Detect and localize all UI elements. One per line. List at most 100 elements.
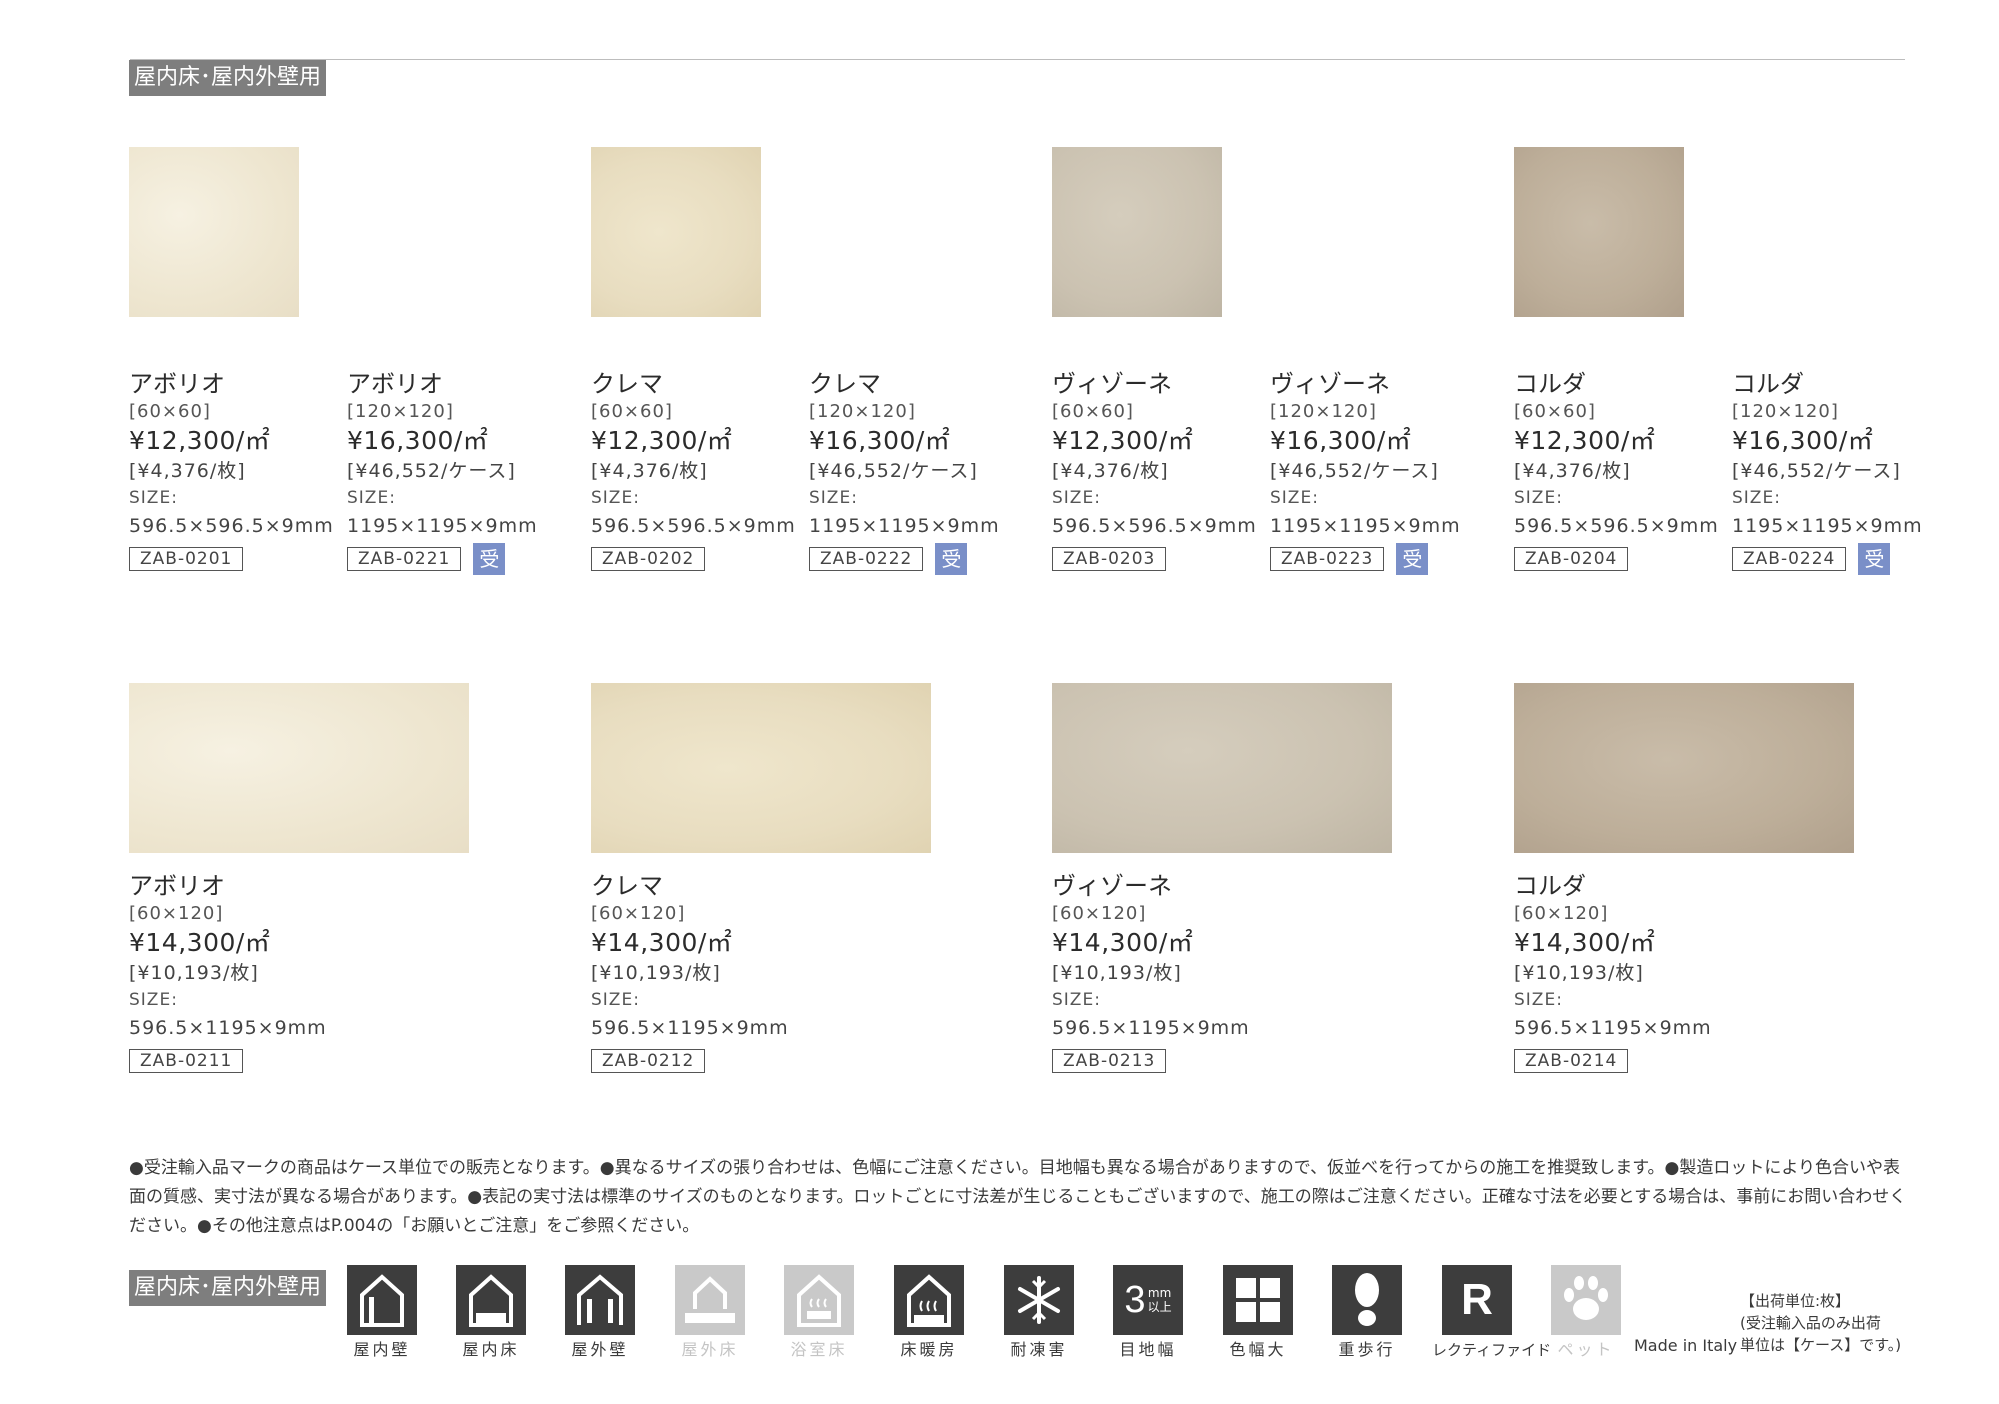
- product-price: ¥14,300/㎡: [1052, 928, 1194, 957]
- shipping-note-line: (受注輸入品のみ出荷: [1740, 1314, 1881, 1332]
- code-row: ZAB-0213: [1052, 1046, 1272, 1076]
- size-label: SIZE:: [591, 488, 640, 508]
- product-dimensions: [60×60]: [129, 401, 211, 422]
- product-name: クレマ: [591, 370, 663, 398]
- order-import-badge: 受: [1858, 543, 1891, 575]
- top-divider: [130, 59, 1905, 60]
- shipping-note-line: 【出荷単位:枚】: [1740, 1292, 1851, 1310]
- product-unit-price: [¥4,376/枚]: [1514, 460, 1631, 482]
- legend-item: 耐凍害: [994, 1265, 1084, 1362]
- bathroom-floor-icon: [784, 1265, 854, 1335]
- product-code: ZAB-0213: [1052, 1049, 1167, 1073]
- legend-item: 屋外壁: [555, 1265, 645, 1362]
- icon-value: 3: [1124, 1278, 1146, 1321]
- code-row: ZAB-0204: [1514, 544, 1734, 574]
- product-price: ¥16,300/㎡: [1732, 426, 1874, 455]
- product-dimensions: [60×120]: [1052, 903, 1147, 924]
- heavy-traffic-icon: [1332, 1265, 1402, 1335]
- product-card: コルダ [60×60] ¥12,300/㎡ [¥4,376/枚] SIZE: 596.5×…: [1514, 368, 1734, 574]
- product-card: ヴィゾーネ [60×120] ¥14,300/㎡ [¥10,193/枚] SIZE: 59…: [1052, 870, 1272, 1076]
- product-unit-price: [¥10,193/枚]: [1514, 962, 1644, 984]
- legend-label: 重歩行: [1338, 1340, 1396, 1359]
- icon-unit: mm 以上: [1148, 1286, 1172, 1314]
- code-row: ZAB-0211: [129, 1046, 349, 1076]
- code-row: ZAB-0203: [1052, 544, 1272, 574]
- legend-label: 色幅大: [1229, 1340, 1287, 1359]
- product-card: アボリオ [60×120] ¥14,300/㎡ [¥10,193/枚] SIZE: 596…: [129, 870, 349, 1076]
- size-label: SIZE:: [129, 990, 178, 1010]
- product-unit-price: [¥46,552/ケース]: [347, 460, 516, 482]
- product-unit-price: [¥46,552/ケース]: [1270, 460, 1439, 482]
- legend-item: 屋外床: [665, 1265, 755, 1362]
- product-name: アボリオ: [129, 370, 225, 398]
- product-card: アボリオ [120×120] ¥16,300/㎡ [¥46,552/ケース] SIZE:…: [347, 368, 567, 575]
- section-label: 屋内床･屋内外壁用: [129, 60, 327, 96]
- product-dimensions: [60×60]: [1052, 401, 1134, 422]
- product-card: コルダ [120×120] ¥16,300/㎡ [¥46,552/ケース] SIZE: 1…: [1732, 368, 1952, 575]
- legend-item: 屋内壁: [337, 1265, 427, 1362]
- product-price: ¥12,300/㎡: [129, 426, 271, 455]
- size-label: SIZE:: [809, 488, 858, 508]
- pet-icon: [1551, 1265, 1621, 1335]
- product-size: 596.5×1195×9mm: [1514, 1017, 1712, 1039]
- product-size: 1195×1195×9mm: [1732, 515, 1923, 537]
- legend-label: 浴室床: [790, 1340, 848, 1359]
- product-price: ¥16,300/㎡: [347, 426, 489, 455]
- code-row: ZAB-0224 受: [1732, 543, 1952, 575]
- product-unit-price: [¥4,376/枚]: [129, 460, 246, 482]
- product-size: 1195×1195×9mm: [347, 515, 538, 537]
- code-row: ZAB-0214: [1514, 1046, 1734, 1076]
- product-name: クレマ: [591, 872, 663, 900]
- product-unit-price: [¥10,193/枚]: [129, 962, 259, 984]
- product-size: 596.5×596.5×9mm: [1052, 515, 1257, 537]
- icon-unit-bottom: 以上: [1147, 1300, 1172, 1314]
- legend-item: 重歩行: [1322, 1265, 1412, 1362]
- product-name: ヴィゾーネ: [1270, 370, 1390, 398]
- product-price: ¥12,300/㎡: [591, 426, 733, 455]
- code-row: ZAB-0221 受: [347, 543, 567, 575]
- product-name: アボリオ: [347, 370, 443, 398]
- size-label: SIZE:: [1270, 488, 1319, 508]
- size-label: SIZE:: [347, 488, 396, 508]
- product-card: クレマ [60×120] ¥14,300/㎡ [¥10,193/枚] SIZE: 596.…: [591, 870, 811, 1076]
- legend-item: 屋内床: [446, 1265, 536, 1362]
- code-row: ZAB-0202: [591, 544, 811, 574]
- legend-label: ペット: [1557, 1340, 1615, 1359]
- outdoor-floor-icon: [675, 1265, 745, 1335]
- product-code: ZAB-0204: [1514, 547, 1629, 571]
- product-unit-price: [¥4,376/枚]: [591, 460, 708, 482]
- legend-label: 屋外床: [681, 1340, 739, 1359]
- product-code: ZAB-0202: [591, 547, 706, 571]
- product-price: ¥16,300/㎡: [809, 426, 951, 455]
- tile-swatch-vizone: [1052, 147, 1222, 317]
- size-label: SIZE:: [1732, 488, 1781, 508]
- product-dimensions: [120×120]: [347, 401, 454, 422]
- product-unit-price: [¥46,552/ケース]: [1732, 460, 1901, 482]
- rectified-icon: R: [1442, 1265, 1512, 1335]
- product-card: ヴィゾーネ [60×60] ¥12,300/㎡ [¥4,376/枚] SIZE: 596.…: [1052, 368, 1272, 574]
- legend-item: 床暖房: [884, 1265, 974, 1362]
- icon-unit-top: mm: [1147, 1286, 1172, 1300]
- product-name: コルダ: [1514, 872, 1586, 900]
- product-size: 596.5×1195×9mm: [1052, 1017, 1250, 1039]
- product-dimensions: [120×120]: [1270, 401, 1377, 422]
- frost-resistant-icon: [1004, 1265, 1074, 1335]
- color-variation-icon: [1223, 1265, 1293, 1335]
- size-label: SIZE:: [591, 990, 640, 1010]
- order-import-badge: 受: [935, 543, 968, 575]
- floor-heating-icon: [894, 1265, 964, 1335]
- product-price: ¥12,300/㎡: [1514, 426, 1656, 455]
- product-dimensions: [60×120]: [129, 903, 224, 924]
- tile-swatch-aborio: [129, 147, 299, 317]
- size-label: SIZE:: [1514, 488, 1563, 508]
- size-label: SIZE:: [1052, 488, 1101, 508]
- product-unit-price: [¥4,376/枚]: [1052, 460, 1169, 482]
- product-card: コルダ [60×120] ¥14,300/㎡ [¥10,193/枚] SIZE: 596.…: [1514, 870, 1734, 1076]
- tile-swatch-vizone-large: [1052, 683, 1392, 853]
- product-code: ZAB-0214: [1514, 1049, 1629, 1073]
- code-row: ZAB-0223 受: [1270, 543, 1490, 575]
- product-dimensions: [60×120]: [591, 903, 686, 924]
- order-import-badge: 受: [473, 543, 506, 575]
- legend-label: レクティファイド: [1432, 1341, 1552, 1359]
- legend-item: R レクティファイド: [1432, 1265, 1552, 1362]
